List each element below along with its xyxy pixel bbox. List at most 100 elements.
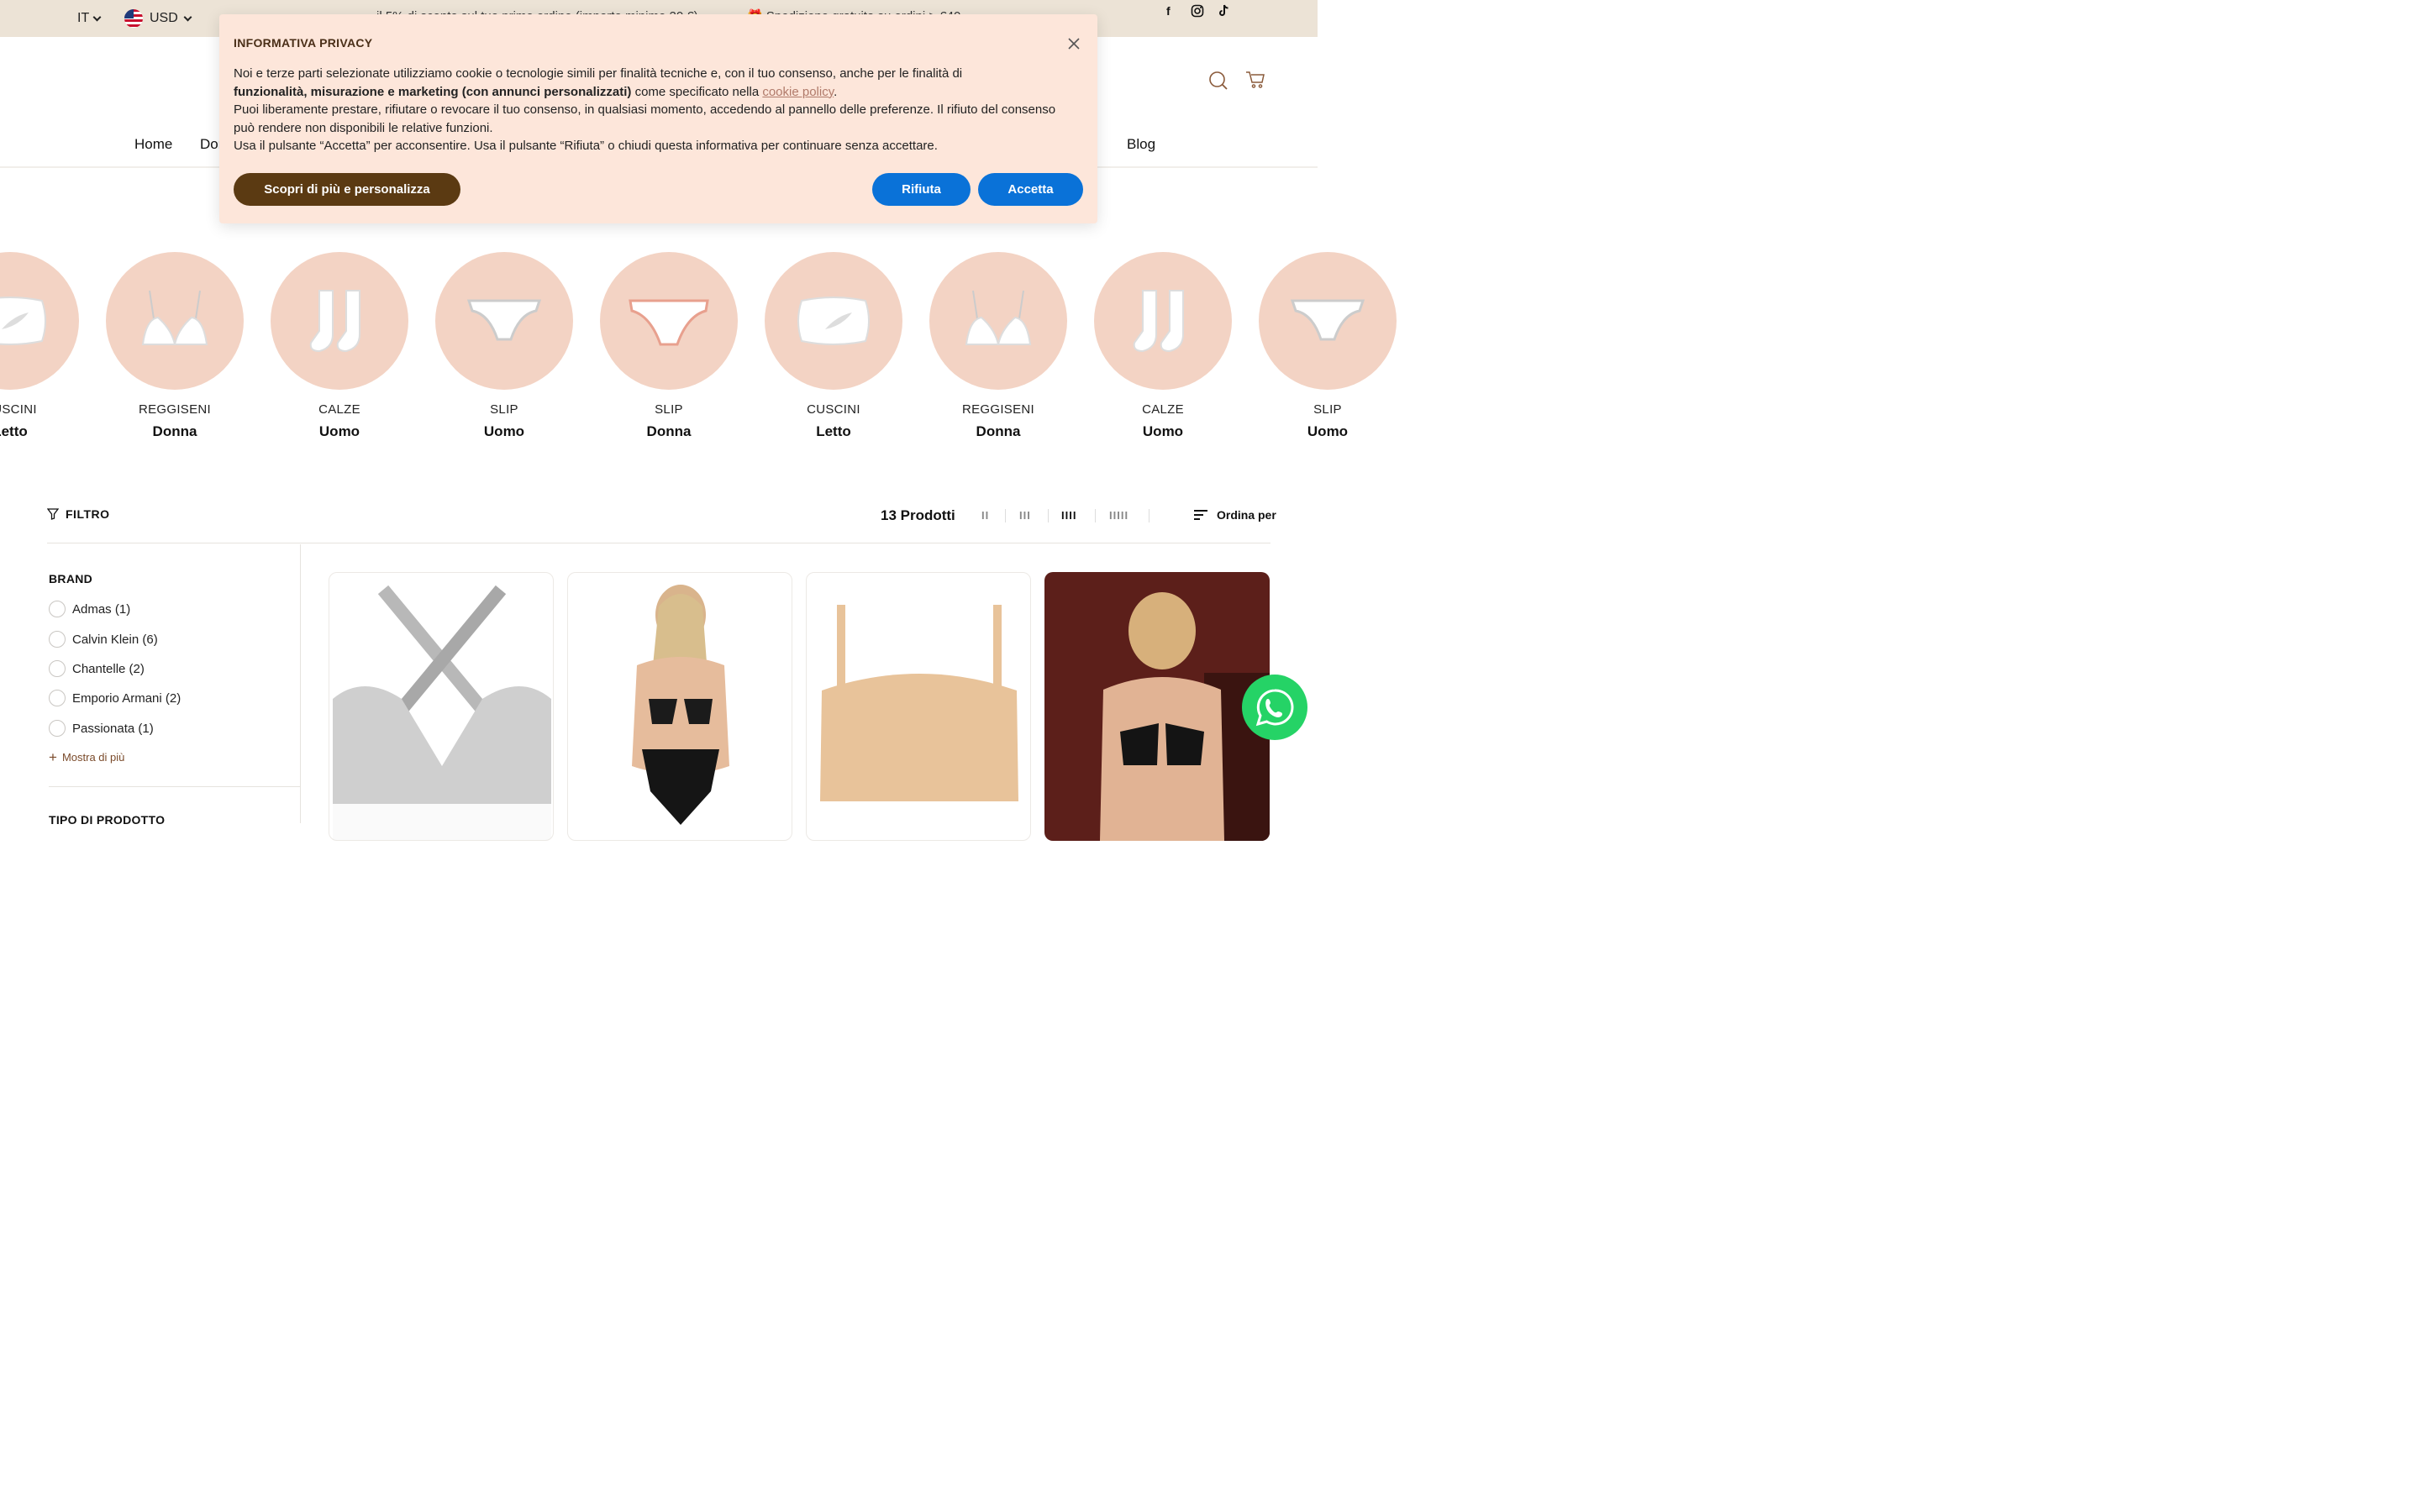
divider	[1005, 509, 1006, 522]
privacy-paragraph: Puoi liberamente prestare, rifiutare o r…	[234, 102, 1056, 135]
category-type: CALZE	[1142, 402, 1184, 417]
tiktok-icon[interactable]	[1218, 4, 1230, 20]
category-target: Uomo	[1142, 423, 1184, 439]
accept-button[interactable]: Accetta	[978, 173, 1083, 206]
category-target: Uomo	[1307, 423, 1349, 439]
category-target: Donna	[152, 423, 197, 439]
currency-label: USD	[150, 11, 178, 25]
chevron-down-icon	[92, 13, 102, 21]
cookie-policy-link[interactable]: cookie policy	[762, 85, 834, 99]
divider	[300, 544, 301, 823]
radio-button[interactable]	[49, 631, 66, 648]
radio-button[interactable]	[49, 660, 66, 677]
divider	[1149, 509, 1150, 522]
plus-icon: +	[49, 748, 57, 765]
brand-label: Admas (1)	[72, 601, 131, 617]
category-target: Uomo	[318, 423, 360, 439]
radio-button[interactable]	[49, 720, 66, 737]
whatsapp-button[interactable]	[1242, 675, 1307, 740]
instagram-icon[interactable]	[1191, 4, 1204, 20]
product-type-filter-title: TIPO DI PRODOTTO	[49, 813, 166, 827]
pillow-icon	[0, 252, 79, 390]
category-type: CALZE	[318, 402, 360, 417]
brand-option[interactable]: Passionata (1)	[49, 720, 154, 737]
search-icon[interactable]	[1208, 71, 1228, 95]
product-card[interactable]	[329, 572, 554, 841]
grid-4-columns[interactable]: IIII	[1061, 509, 1076, 522]
currency-selector[interactable]: USD	[124, 9, 192, 28]
show-more-label: Mostra di più	[61, 751, 125, 764]
product-card[interactable]	[806, 572, 1031, 841]
cart-icon[interactable]	[1245, 71, 1265, 93]
radio-button[interactable]	[49, 601, 66, 617]
category-item[interactable]: CUSCINI Letto	[0, 252, 79, 440]
category-type: REGGISENI	[138, 402, 212, 417]
privacy-bold-text: funzionalità, misurazione e marketing (c…	[234, 84, 632, 99]
divider	[1048, 509, 1049, 522]
category-item[interactable]: SLIP Uomo	[1259, 252, 1397, 440]
product-image	[820, 605, 1018, 801]
category-item[interactable]: SLIP Donna	[600, 252, 738, 440]
category-target: Letto	[816, 423, 851, 439]
show-more-link[interactable]: + Mostra di più	[49, 748, 125, 765]
brand-label: Passionata (1)	[72, 721, 154, 736]
whatsapp-icon	[1255, 689, 1294, 727]
brand-label: Emporio Armani (2)	[72, 690, 182, 706]
grid-5-columns[interactable]: IIIII	[1109, 509, 1128, 522]
nav-home[interactable]: Home	[134, 136, 172, 153]
divider	[49, 786, 300, 787]
divider	[1095, 509, 1096, 522]
category-target: Uomo	[483, 423, 525, 439]
category-item[interactable]: CUSCINI Letto	[765, 252, 902, 440]
brand-label: Calvin Klein (6)	[72, 632, 158, 647]
brand-option[interactable]: Emporio Armani (2)	[49, 690, 181, 706]
category-type: SLIP	[655, 402, 683, 417]
brand-filter-title: BRAND	[49, 572, 93, 585]
sort-icon	[1194, 510, 1207, 520]
learn-more-customize-button[interactable]: Scopri di più e personalizza	[234, 173, 460, 206]
brand-option[interactable]: Admas (1)	[49, 601, 130, 617]
category-target: Donna	[646, 423, 692, 439]
category-item[interactable]: CALZE Uomo	[1094, 252, 1232, 440]
radio-button[interactable]	[49, 690, 66, 706]
briefs-icon	[1259, 252, 1397, 390]
sort-dropdown[interactable]: Ordina per	[1193, 508, 1276, 522]
category-item[interactable]: CALZE Uomo	[271, 252, 408, 440]
category-item[interactable]: REGGISENI Donna	[106, 252, 244, 440]
close-icon[interactable]	[1067, 37, 1081, 50]
privacy-text-part: .	[834, 84, 838, 99]
nav-blog[interactable]: Blog	[1127, 136, 1155, 153]
category-target: Letto	[0, 423, 28, 439]
category-item[interactable]: REGGISENI Donna	[929, 252, 1067, 440]
product-card[interactable]	[567, 572, 792, 841]
grid-2-columns[interactable]: II	[981, 509, 989, 522]
brand-label: Chantelle (2)	[72, 661, 145, 676]
socks-icon	[1094, 252, 1232, 390]
product-image	[632, 585, 729, 825]
privacy-banner: INFORMATIVA PRIVACY Noi e terze parti se…	[219, 14, 1097, 223]
brand-option[interactable]: Chantelle (2)	[49, 660, 145, 677]
category-item[interactable]: SLIP Uomo	[435, 252, 573, 440]
facebook-icon[interactable]: f	[1166, 4, 1171, 18]
product-image	[333, 585, 551, 840]
grid-3-columns[interactable]: III	[1019, 509, 1031, 522]
reject-button[interactable]: Rifiuta	[872, 173, 971, 206]
chevron-down-icon	[183, 13, 192, 21]
product-image	[1044, 572, 1270, 841]
privacy-text-part: come specificato nella	[631, 84, 763, 99]
category-type: CUSCINI	[807, 402, 860, 417]
category-type: CUSCINI	[0, 402, 37, 417]
privacy-text: Noi e terze parti selezionate utilizziam…	[234, 65, 1074, 155]
category-type: SLIP	[1313, 402, 1342, 417]
category-target: Donna	[976, 423, 1021, 439]
filter-toggle[interactable]: FILTRO	[47, 507, 110, 521]
category-type: REGGISENI	[961, 402, 1035, 417]
product-card[interactable]	[1044, 572, 1270, 841]
pillow-icon	[765, 252, 902, 390]
sort-label: Ordina per	[1217, 508, 1276, 522]
product-count: 13 Prodotti	[881, 507, 955, 523]
privacy-paragraph: Usa il pulsante “Accetta” per acconsenti…	[234, 139, 938, 154]
brand-option[interactable]: Calvin Klein (6)	[49, 631, 158, 648]
briefs-icon	[435, 252, 573, 390]
language-selector[interactable]: IT	[77, 11, 102, 26]
